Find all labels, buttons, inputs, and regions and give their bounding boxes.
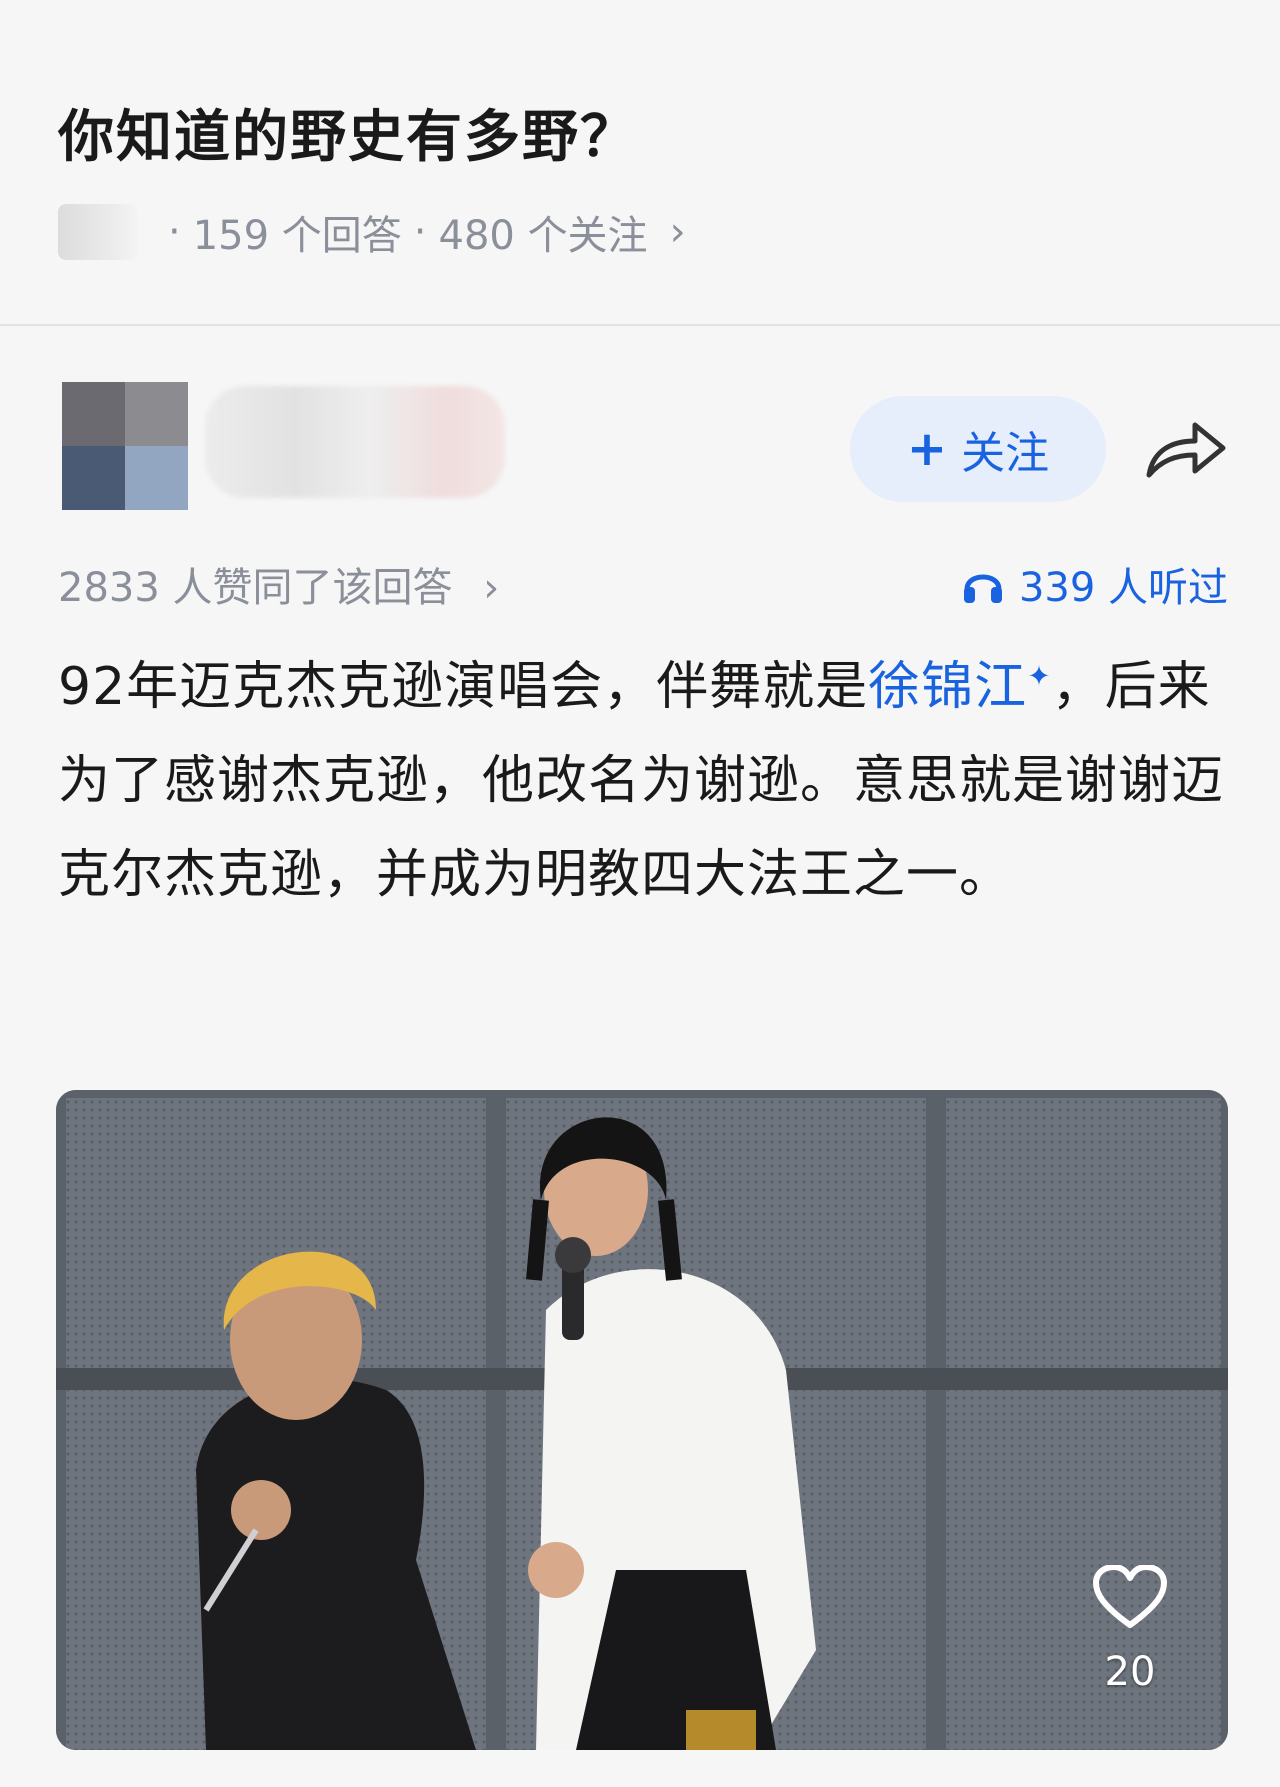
chevron-right-icon: ›	[669, 209, 686, 255]
answer-stats: 2833 人赞同了该回答 › 339 人听过	[58, 555, 1228, 615]
likes-summary[interactable]: 2833 人赞同了该回答 ›	[58, 555, 499, 613]
likes-text: 2833 人赞同了该回答	[58, 565, 453, 611]
heart-outline-icon[interactable]	[1092, 1565, 1168, 1631]
question-meta[interactable]: · 159 个回答 · 480 个关注 ›	[58, 202, 686, 262]
answer-body: 92年迈克杰克逊演唱会，伴舞就是徐锦江✦，后来为了感谢杰克逊，他改名为谢逊。意思…	[58, 640, 1238, 922]
listen-summary[interactable]: 339 人听过	[961, 555, 1228, 613]
answer-text: 92年迈克杰克逊演唱会，伴舞就是	[58, 657, 869, 717]
meta-separator: ·	[168, 209, 181, 255]
concert-photo	[56, 1090, 1228, 1750]
author-avatar[interactable]	[62, 382, 188, 510]
entity-link[interactable]: 徐锦江	[868, 657, 1027, 717]
plus-icon: +	[906, 421, 948, 477]
follow-label: 关注	[961, 428, 1050, 479]
author-name-blurred[interactable]	[205, 386, 505, 498]
answer-count: 159 个回答	[192, 213, 402, 259]
question-header: 你知道的野史有多野？ · 159 个回答 · 480 个关注 ›	[0, 0, 1280, 325]
follow-button[interactable]: + 关注	[850, 396, 1106, 502]
image-like-group[interactable]: 20	[1085, 1565, 1175, 1715]
sparkle-icon: ✦	[1027, 659, 1052, 693]
divider	[0, 324, 1280, 326]
share-arrow-icon[interactable]	[1145, 415, 1227, 481]
listened-text: 339 人听过	[1018, 565, 1228, 611]
question-title[interactable]: 你知道的野史有多野？	[58, 92, 638, 173]
headphone-icon	[963, 574, 1002, 603]
blurred-topic-chip	[58, 204, 138, 260]
meta-separator: ·	[413, 209, 427, 255]
chevron-right-icon: ›	[483, 565, 500, 611]
follow-count: 480 个关注	[438, 213, 648, 259]
answer-photo[interactable]	[56, 1090, 1228, 1750]
like-count: 20	[1104, 1649, 1156, 1695]
